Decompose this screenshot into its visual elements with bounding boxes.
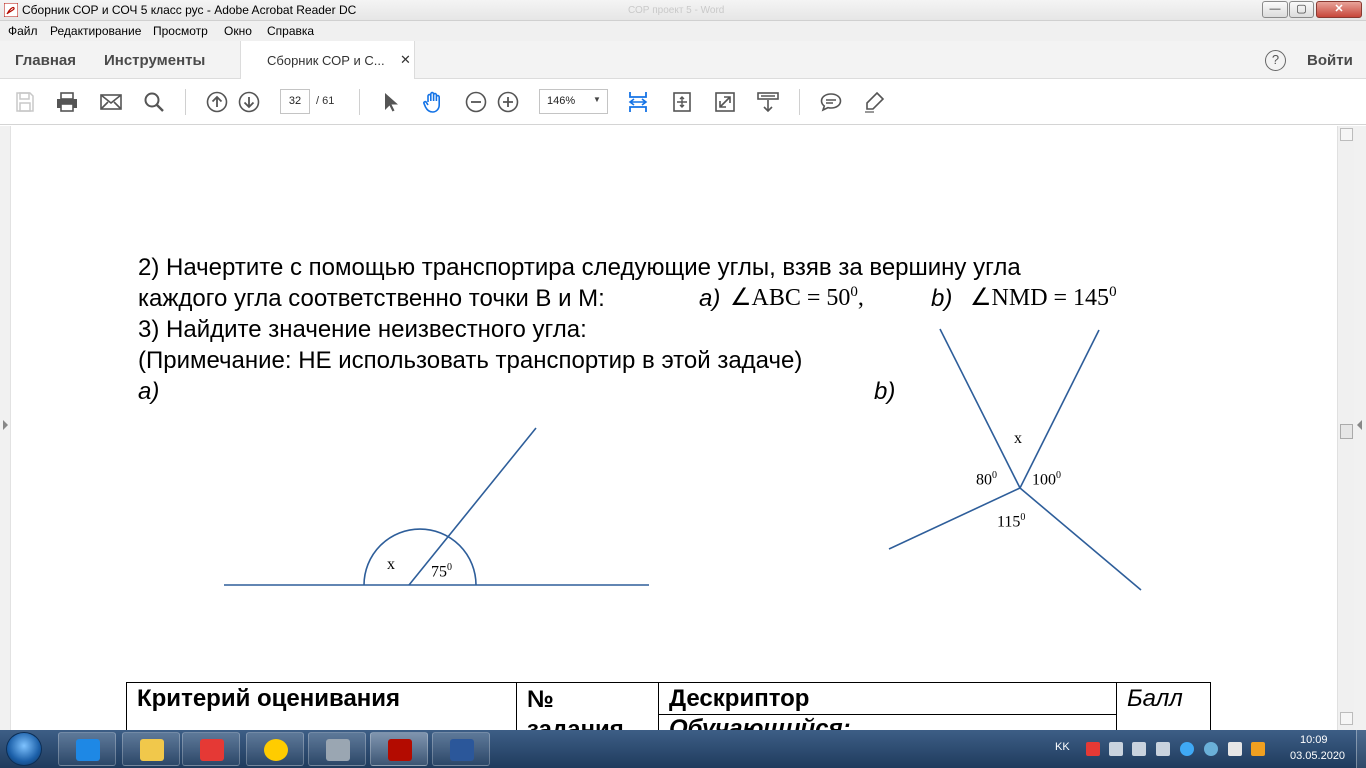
folder-icon bbox=[140, 739, 164, 761]
start-button[interactable] bbox=[6, 732, 42, 766]
figure-b-angle1-label: 800 bbox=[976, 470, 997, 489]
menu-file[interactable]: Файл bbox=[8, 24, 38, 38]
tab-document[interactable]: Сборник СОР и С... ✕ bbox=[240, 41, 415, 79]
zoom-in-icon[interactable] bbox=[496, 90, 520, 114]
close-window-button[interactable]: ✕ bbox=[1316, 1, 1362, 18]
tab-tools[interactable]: Инструменты bbox=[104, 52, 205, 69]
clock-time[interactable]: 10:09 bbox=[1300, 734, 1328, 746]
maximize-button[interactable]: ▢ bbox=[1289, 1, 1314, 18]
figure-a-ray bbox=[408, 427, 537, 586]
title-bar: Сборник СОР и СОЧ 5 класс рус - Adobe Ac… bbox=[0, 0, 1366, 21]
show-desktop-button[interactable] bbox=[1356, 730, 1366, 768]
search-icon[interactable] bbox=[142, 90, 166, 114]
figure-a-angle-label: 750 bbox=[431, 562, 452, 581]
page-total: / 61 bbox=[316, 95, 335, 107]
taskbar-explorer[interactable] bbox=[122, 732, 180, 766]
table-header-descriptor: Дескриптор bbox=[658, 682, 1117, 715]
sign-in-button[interactable]: Войти bbox=[1307, 52, 1353, 69]
figure-b-angle2-label: 1000 bbox=[1032, 470, 1061, 489]
tab-bar: Главная Инструменты Сборник СОР и С... ✕… bbox=[0, 41, 1366, 79]
menu-edit[interactable]: Редактирование bbox=[50, 24, 141, 38]
figure-b-ray-2 bbox=[1019, 329, 1100, 489]
vertical-scrollbar[interactable] bbox=[1337, 126, 1354, 730]
toolbar-separator bbox=[359, 89, 360, 115]
background-window-title: СОР проект 5 - Word bbox=[628, 5, 725, 16]
figure-b-x-label: x bbox=[1014, 430, 1022, 447]
angle-figures bbox=[224, 328, 1142, 591]
print-icon[interactable] bbox=[55, 90, 79, 114]
chevron-down-icon: ▼ bbox=[593, 95, 601, 104]
power-icon[interactable] bbox=[1251, 742, 1265, 756]
help-icon[interactable]: ? bbox=[1265, 50, 1286, 71]
figure-a-arc bbox=[363, 528, 477, 586]
acrobat-window: Сборник СОР и СОЧ 5 класс рус - Adobe Ac… bbox=[0, 0, 1366, 768]
taskbar-yandex-browser[interactable] bbox=[246, 732, 304, 766]
full-screen-icon[interactable] bbox=[713, 90, 737, 114]
window-title: Сборник СОР и СОЧ 5 класс рус - Adobe Ac… bbox=[22, 3, 357, 17]
previous-page-icon[interactable] bbox=[205, 90, 229, 114]
tray-sync-icon[interactable] bbox=[1204, 742, 1218, 756]
zoom-value: 146% bbox=[547, 95, 576, 107]
menu-help[interactable]: Справка bbox=[267, 24, 314, 38]
page-number-input[interactable]: 32 bbox=[280, 89, 310, 114]
comment-icon[interactable] bbox=[819, 90, 843, 114]
control-panel-icon bbox=[326, 739, 350, 761]
fit-width-scroll-icon[interactable] bbox=[626, 90, 650, 114]
action-center-flag-icon[interactable] bbox=[1228, 742, 1242, 756]
menu-view[interactable]: Просмотр bbox=[153, 24, 208, 38]
tray-browser-icon[interactable] bbox=[1180, 742, 1194, 756]
acrobat-icon bbox=[388, 739, 412, 761]
scroll-thumb[interactable] bbox=[1340, 424, 1353, 439]
taskbar-yandex[interactable] bbox=[182, 732, 240, 766]
scroll-up-button[interactable] bbox=[1340, 128, 1353, 141]
toolbar bbox=[0, 79, 1366, 125]
taskbar-media-player[interactable] bbox=[58, 732, 116, 766]
figure-b-ray-1 bbox=[939, 328, 1021, 489]
select-cursor-icon[interactable] bbox=[378, 90, 402, 114]
windows-taskbar: KK 10:09 03.05.2020 bbox=[0, 730, 1366, 768]
yandex-browser-icon bbox=[264, 739, 288, 761]
expand-right-arrow-icon bbox=[1357, 420, 1362, 430]
read-mode-icon[interactable] bbox=[756, 90, 780, 114]
document-view[interactable]: 2) Начертите с помощью транспортира след… bbox=[0, 126, 1366, 763]
toolbar-separator bbox=[185, 89, 186, 115]
tab-home[interactable]: Главная bbox=[15, 52, 76, 69]
close-tab-icon[interactable]: ✕ bbox=[400, 52, 411, 68]
tray-app-icon[interactable] bbox=[1086, 742, 1100, 756]
menu-bar: Файл Редактирование Просмотр Окно Справк… bbox=[0, 21, 1366, 41]
zoom-select[interactable]: 146% ▼ bbox=[539, 89, 608, 114]
tray-device-icon[interactable] bbox=[1109, 742, 1123, 756]
email-icon[interactable] bbox=[99, 90, 123, 114]
taskbar-word[interactable] bbox=[432, 732, 490, 766]
toolbar-separator bbox=[799, 89, 800, 115]
figure-b-angle3-label: 1150 bbox=[997, 512, 1026, 531]
next-page-icon[interactable] bbox=[237, 90, 261, 114]
save-icon[interactable] bbox=[13, 90, 37, 114]
zoom-out-icon[interactable] bbox=[464, 90, 488, 114]
yandex-icon bbox=[200, 739, 224, 761]
figure-b-ray-4 bbox=[1019, 487, 1142, 591]
word-icon bbox=[450, 739, 474, 761]
tab-document-label: Сборник СОР и С... bbox=[267, 53, 385, 68]
highlight-pen-icon[interactable] bbox=[862, 90, 886, 114]
taskbar-acrobat[interactable] bbox=[370, 732, 428, 766]
figure-a-x-label: x bbox=[387, 556, 395, 573]
menu-window[interactable]: Окно bbox=[224, 24, 252, 38]
fit-page-icon[interactable] bbox=[670, 90, 694, 114]
scroll-down-button[interactable] bbox=[1340, 712, 1353, 725]
hand-tool-icon[interactable] bbox=[421, 90, 445, 114]
minimize-button[interactable]: — bbox=[1262, 1, 1288, 18]
network-icon[interactable] bbox=[1156, 742, 1170, 756]
media-player-icon bbox=[76, 739, 100, 761]
taskbar-control-panel[interactable] bbox=[308, 732, 366, 766]
clock-date[interactable]: 03.05.2020 bbox=[1290, 750, 1345, 762]
volume-icon[interactable] bbox=[1132, 742, 1146, 756]
acrobat-app-icon bbox=[4, 3, 18, 17]
language-indicator[interactable]: KK bbox=[1055, 741, 1070, 753]
right-panel-toggle[interactable] bbox=[1354, 126, 1366, 730]
